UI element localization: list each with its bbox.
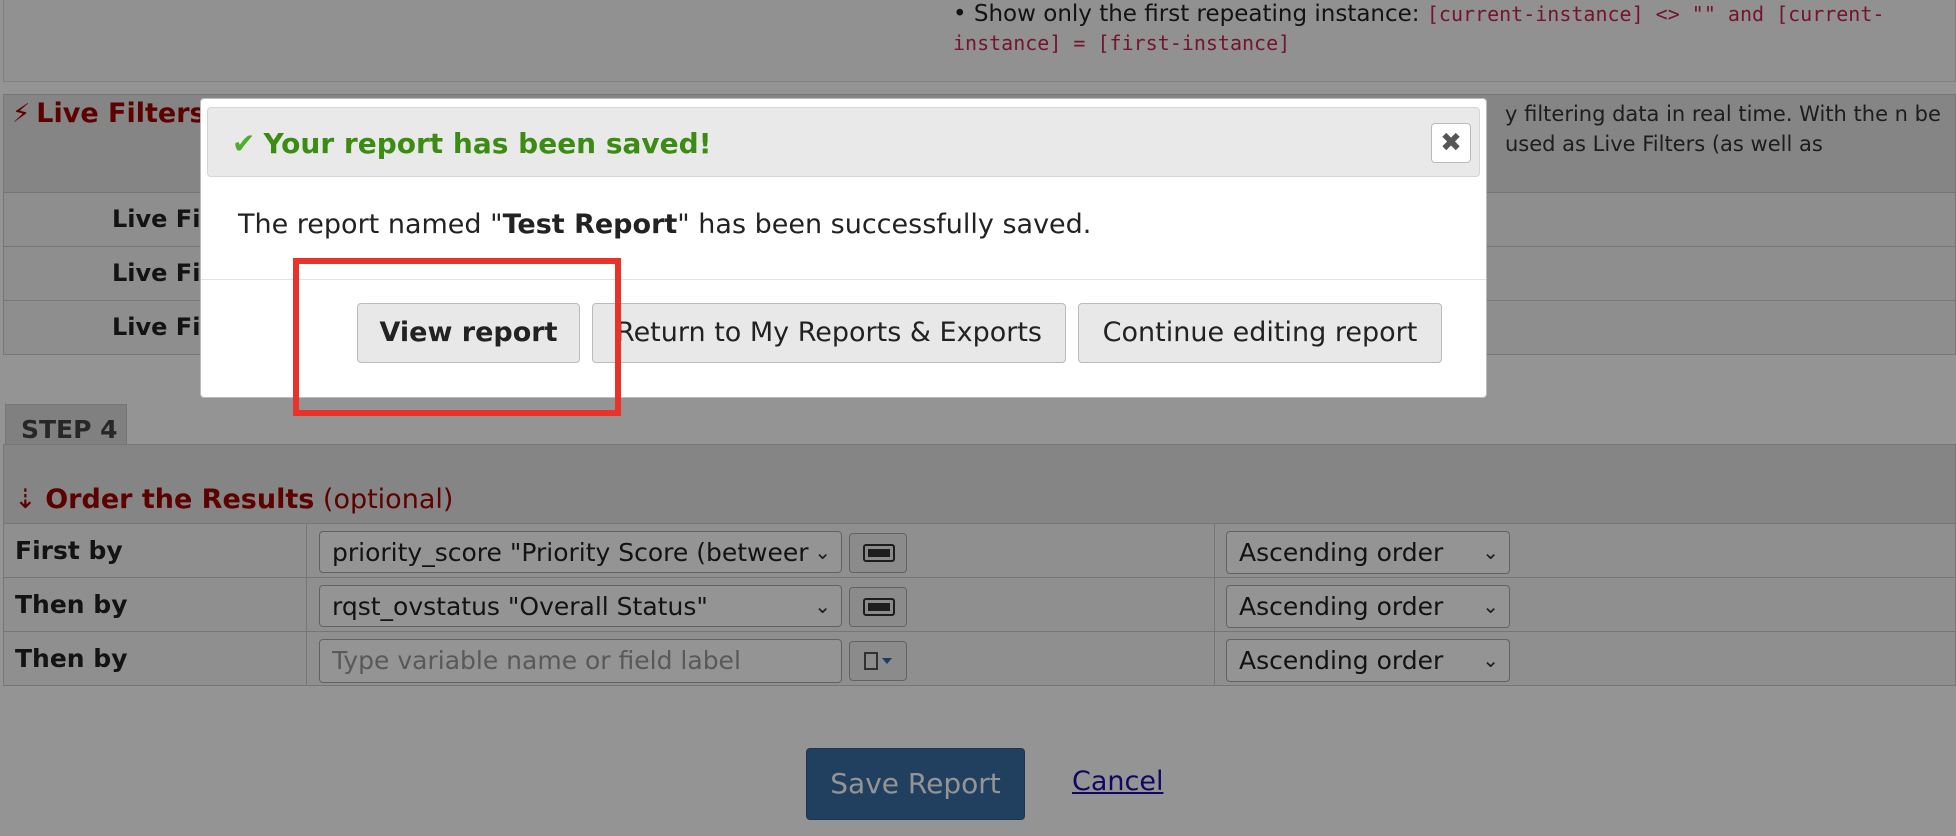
checkmark-icon: ✔ <box>232 127 256 160</box>
dialog-message: The report named "Test Report" has been … <box>238 209 1092 240</box>
continue-editing-button[interactable]: Continue editing report <box>1078 303 1442 363</box>
report-builder-page: • Show only the first repeating instance… <box>0 0 1956 836</box>
dialog-title: ✔ Your report has been saved! <box>232 127 712 160</box>
annotation-highlight-box <box>293 258 621 416</box>
return-to-reports-button[interactable]: Return to My Reports & Exports <box>592 303 1066 363</box>
report-name: Test Report <box>502 209 678 240</box>
close-icon: ✖ <box>1440 128 1462 158</box>
dialog-titlebar: ✔ Your report has been saved! ✖ <box>207 107 1480 177</box>
close-button[interactable]: ✖ <box>1431 123 1471 163</box>
